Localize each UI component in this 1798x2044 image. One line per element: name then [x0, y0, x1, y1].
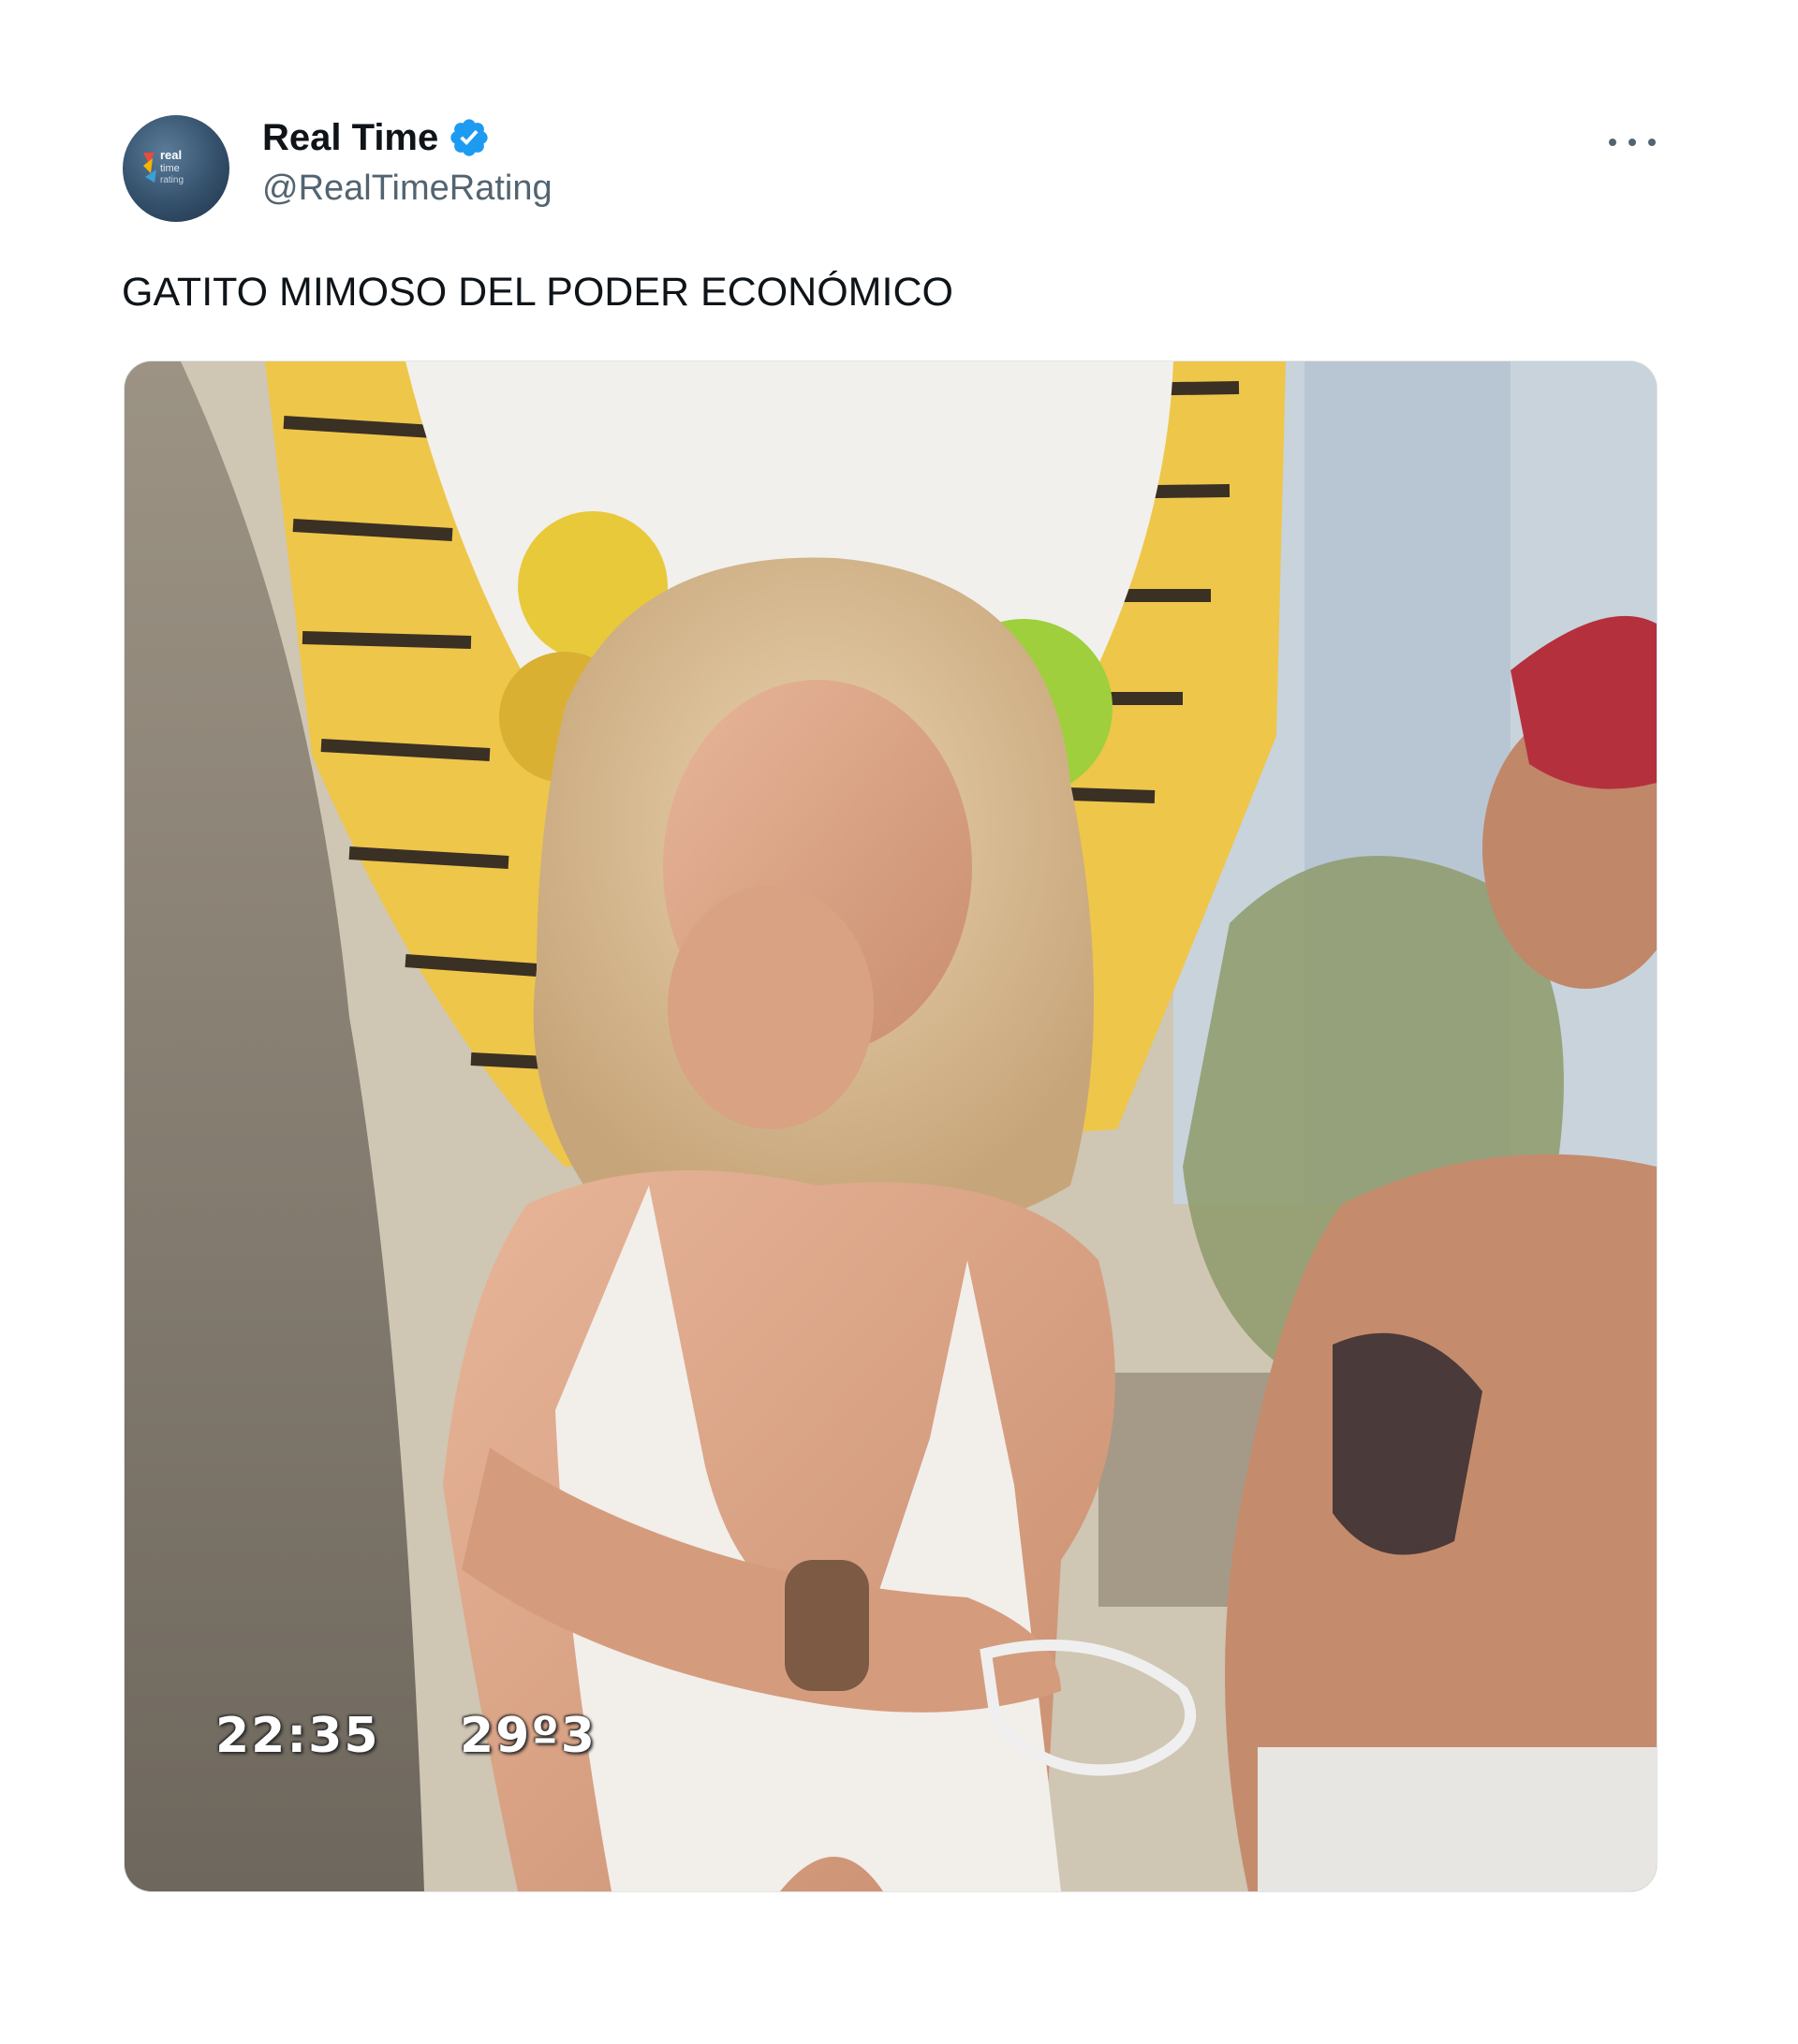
- video-temperature-overlay: 29º3: [460, 1708, 597, 1764]
- display-name[interactable]: Real Time: [262, 114, 438, 161]
- more-dot: [1648, 139, 1656, 146]
- avatar-text-2: time: [160, 163, 180, 174]
- author-handle[interactable]: @RealTimeRating: [262, 165, 553, 212]
- more-dot: [1609, 139, 1616, 146]
- verified-badge-icon: [448, 116, 491, 159]
- tweet-card: real time rating Real Time @RealTimeRati…: [0, 0, 1798, 2044]
- media-image: [125, 361, 1657, 1891]
- display-name-row: Real Time: [262, 114, 553, 161]
- more-options-icon[interactable]: [1609, 124, 1656, 161]
- tweet-text: GATITO MIMOSO DEL PODER ECONÓMICO: [122, 270, 953, 315]
- avatar-logo: real time rating: [143, 148, 184, 185]
- avatar[interactable]: real time rating: [123, 115, 229, 222]
- author-info: Real Time @RealTimeRating: [262, 114, 553, 212]
- avatar-text-3: rating: [160, 175, 184, 185]
- video-timestamp-overlay: 22:35: [215, 1708, 380, 1764]
- avatar-text-1: real: [160, 148, 182, 162]
- tweet-media-photo[interactable]: 22:35 29º3: [124, 360, 1658, 1892]
- more-dot: [1629, 139, 1636, 146]
